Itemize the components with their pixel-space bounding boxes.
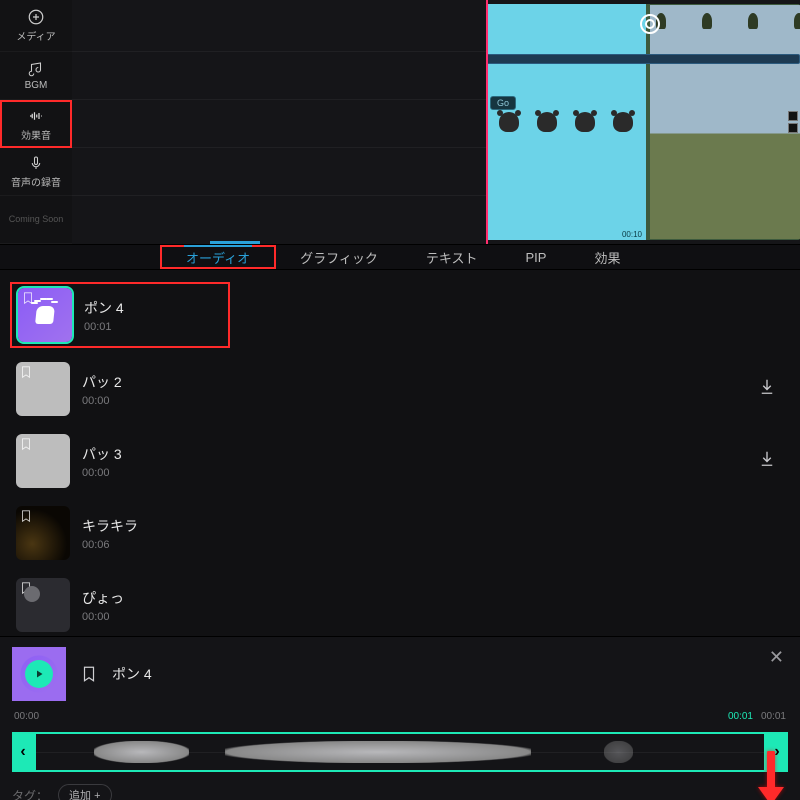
- clip-time: 00:10: [622, 230, 642, 239]
- music-icon: [27, 60, 45, 78]
- sfx-thumb: [16, 434, 70, 488]
- tab-text[interactable]: テキスト: [402, 245, 502, 269]
- timeline-panel: メディア BGM 効果音 音声の録音 Coming Soon: [0, 0, 800, 270]
- time-total: 00:01: [761, 711, 786, 722]
- sfx-duration: 00:01: [84, 321, 124, 333]
- track-sidebar: メディア BGM 効果音 音声の録音 Coming Soon: [0, 0, 72, 244]
- sidebar-record[interactable]: 音声の録音: [0, 148, 72, 196]
- sfx-item[interactable]: パッ 2 00:00: [10, 358, 790, 420]
- waveform[interactable]: [34, 732, 766, 772]
- clip-end-handle[interactable]: [786, 6, 800, 238]
- sidebar-coming-soon: Coming Soon: [0, 196, 72, 244]
- sidebar-media[interactable]: メディア: [0, 0, 72, 52]
- download-button[interactable]: [758, 450, 776, 473]
- video-clip[interactable]: 00:10 00:15: [486, 4, 800, 240]
- bookmark-icon: [19, 509, 33, 523]
- timeline[interactable]: 00:10 00:15 Go: [72, 0, 800, 244]
- bookmark-icon: [19, 365, 33, 379]
- download-icon: [758, 378, 776, 396]
- target-icon: [640, 14, 660, 34]
- time-end: 00:01: [728, 711, 753, 722]
- download-button[interactable]: [758, 378, 776, 401]
- sfx-item[interactable]: パッ 3 00:00: [10, 430, 790, 492]
- sidebar-sfx[interactable]: 効果音: [0, 100, 72, 148]
- sfx-thumb: [16, 578, 70, 632]
- sidebar-label: メディア: [16, 28, 55, 43]
- sidebar-label: BGM: [25, 80, 48, 91]
- tag-label: タグ：: [12, 787, 48, 800]
- sidebar-label: 音声の録音: [11, 174, 61, 189]
- sfx-item[interactable]: キラキラ 00:06: [10, 502, 790, 564]
- editor-tabs: オーディオ グラフィック テキスト PIP 効果: [0, 244, 800, 269]
- trim-control[interactable]: ‹ ›: [12, 732, 788, 772]
- sfx-list: ポン 4 00:01 パッ 2 00:00 パッ 3 00:00 キラキラ 00:06 ぴょっ 0…: [0, 270, 800, 636]
- sfx-title: パッ 3: [82, 444, 122, 464]
- audio-browser: ポン 4 00:01 パッ 2 00:00 パッ 3 00:00 キラキラ 00:06 ぴょっ 0…: [0, 270, 800, 800]
- trim-start-handle[interactable]: ‹: [12, 732, 34, 772]
- audio-player: ポン 4 ✕ 00:00 00:01 00:01 ‹ ›: [0, 636, 800, 800]
- sfx-item[interactable]: ぴょっ 00:00: [10, 574, 790, 636]
- sfx-duration: 00:06: [82, 539, 138, 551]
- sfx-title: ポン 4: [84, 298, 124, 318]
- add-tag-button[interactable]: 追加 +: [58, 784, 111, 800]
- sfx-duration: 00:00: [82, 395, 122, 407]
- sidebar-label: 効果音: [21, 127, 51, 142]
- sfx-duration: 00:00: [82, 467, 122, 479]
- sfx-title: キラキラ: [82, 516, 138, 536]
- trim-end-handle[interactable]: ›: [766, 732, 788, 772]
- sidebar-bgm[interactable]: BGM: [0, 52, 72, 100]
- bgm-track-bar[interactable]: [486, 54, 800, 64]
- sfx-title: パッ 2: [82, 372, 122, 392]
- mic-icon: [27, 154, 45, 172]
- soundwave-icon: [27, 107, 45, 125]
- sfx-thumb: [16, 362, 70, 416]
- time-start: 00:00: [14, 711, 39, 722]
- bookmark-icon: [19, 581, 33, 595]
- download-icon: [758, 450, 776, 468]
- sfx-clip[interactable]: Go: [490, 96, 516, 110]
- sidebar-label: Coming Soon: [9, 215, 64, 225]
- player-title: ポン 4: [112, 664, 152, 684]
- tab-effect[interactable]: 効果: [570, 245, 644, 269]
- plus-circle-icon: [27, 8, 45, 26]
- sfx-title: ぴょっ: [82, 588, 124, 608]
- bookmark-icon: [19, 437, 33, 451]
- tab-graphic[interactable]: グラフィック: [276, 245, 402, 269]
- tab-pip[interactable]: PIP: [501, 245, 570, 269]
- bookmark-icon[interactable]: [80, 665, 98, 683]
- player-thumb[interactable]: [12, 647, 66, 701]
- sfx-thumb: [16, 506, 70, 560]
- sfx-thumb: [18, 288, 72, 342]
- tab-audio[interactable]: オーディオ: [160, 245, 276, 269]
- sfx-duration: 00:00: [82, 611, 124, 623]
- sfx-item[interactable]: ポン 4 00:01: [10, 282, 230, 348]
- close-button[interactable]: ✕: [769, 647, 784, 668]
